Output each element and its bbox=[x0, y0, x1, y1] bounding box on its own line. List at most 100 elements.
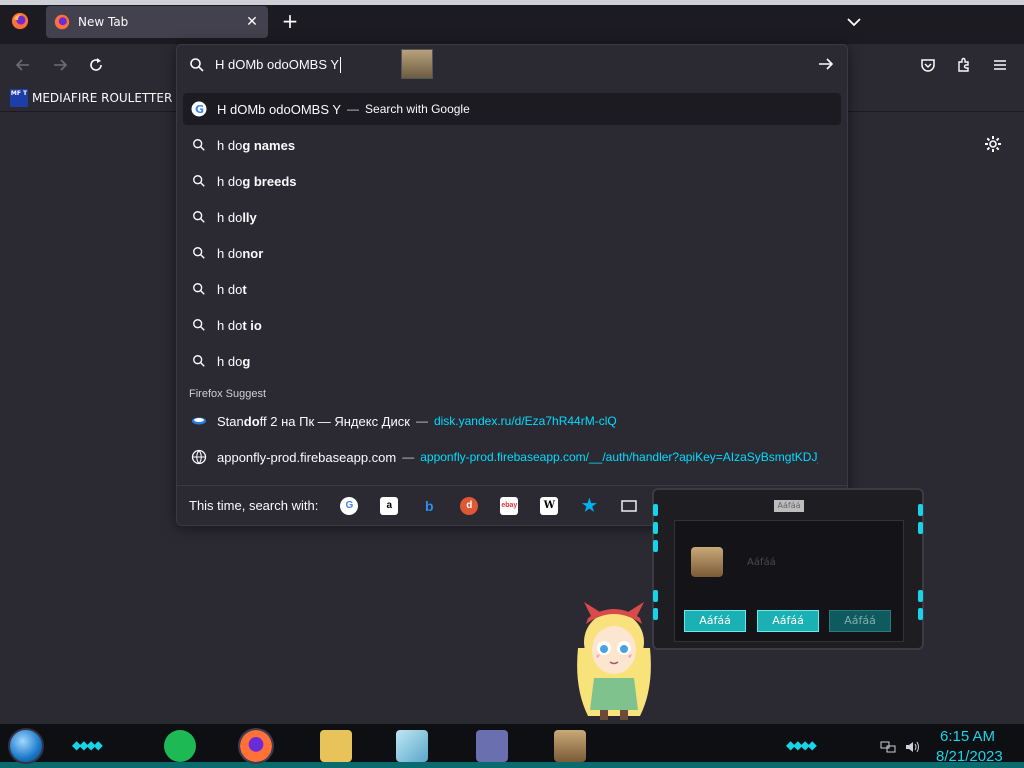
gear-icon[interactable] bbox=[983, 134, 1003, 154]
gadget-light bbox=[918, 504, 923, 516]
wikipedia-engine-icon[interactable]: W bbox=[540, 496, 559, 515]
search-icon bbox=[191, 317, 207, 333]
gadget-light bbox=[653, 608, 658, 620]
tab-strip: New Tab ✕ + bbox=[0, 0, 1024, 44]
amazon-engine-icon[interactable]: a bbox=[380, 496, 399, 515]
search-suggestion-row[interactable]: h dog bbox=[183, 345, 841, 377]
search-suggestion-row[interactable]: h dot bbox=[183, 273, 841, 305]
yandex-disk-icon bbox=[191, 413, 207, 429]
search-icon bbox=[191, 209, 207, 225]
dog-avatar bbox=[691, 547, 723, 577]
network-icon[interactable] bbox=[880, 740, 896, 754]
oneoff-label: This time, search with: bbox=[189, 498, 319, 513]
gadget-button-1[interactable]: Aáfáá bbox=[684, 610, 746, 632]
taskbar-decoration: ◆◆◆◆ bbox=[72, 738, 103, 752]
tabs-icon[interactable] bbox=[620, 497, 638, 515]
search-suggestion-row[interactable]: h dolly bbox=[183, 201, 841, 233]
suggestion-text: h dot io bbox=[217, 317, 262, 333]
extensions-button[interactable] bbox=[953, 54, 975, 76]
control-panel-icon[interactable] bbox=[476, 730, 508, 762]
search-suggestion-row[interactable]: h donor bbox=[183, 237, 841, 269]
talking-ben-icon[interactable] bbox=[554, 730, 586, 762]
history-row-apponfly[interactable]: apponfly-prod.firebaseapp.com — apponfly… bbox=[183, 441, 841, 473]
reload-button[interactable] bbox=[85, 54, 107, 76]
svg-text:G: G bbox=[195, 103, 204, 116]
pocket-icon bbox=[921, 59, 935, 72]
spotify-icon[interactable] bbox=[164, 730, 196, 762]
clock-date[interactable]: 8/21/2023 bbox=[936, 748, 1003, 765]
close-tab-icon[interactable]: ✕ bbox=[244, 14, 260, 30]
heuristic-text: H dOMb odoOMBS Y bbox=[217, 101, 342, 117]
heuristic-search-row[interactable]: G H dOMb odoOMBS Y — Search with Google bbox=[183, 93, 841, 125]
gadget-light bbox=[918, 608, 923, 620]
group-label-firefox-suggest: Firefox Suggest bbox=[189, 388, 267, 400]
suggestion-text: h dog names bbox=[217, 137, 296, 153]
bookmark-mediafire-rouletter[interactable]: MF T MEDIAFIRE ROULETTER bbox=[10, 89, 172, 107]
search-suggestion-row[interactable]: h dog breeds bbox=[183, 165, 841, 197]
gadget-light bbox=[653, 540, 658, 552]
file-explorer-icon[interactable] bbox=[320, 730, 352, 762]
separator-dash: — bbox=[347, 102, 360, 116]
google-engine-icon[interactable]: G bbox=[340, 496, 359, 515]
volume-icon[interactable] bbox=[904, 740, 920, 754]
forward-arrow-icon bbox=[54, 59, 68, 71]
gadget-light bbox=[653, 504, 658, 516]
suggestion-text: h dot bbox=[217, 281, 247, 297]
separator-dash: — bbox=[402, 450, 415, 464]
separator-dash: — bbox=[415, 414, 428, 428]
search-icon bbox=[190, 58, 204, 72]
gadget-button-3[interactable]: Aáfáá bbox=[829, 610, 891, 632]
go-arrow-icon[interactable] bbox=[817, 55, 835, 73]
urlbar-input-row[interactable]: H dOMb odoOMBS Y bbox=[177, 45, 847, 85]
urlbar-popup: H dOMb odoOMBS Y G H dOMb odoOMBS Y — Se… bbox=[176, 44, 848, 526]
suggestion-text: h dog bbox=[217, 353, 251, 369]
start-button[interactable] bbox=[8, 728, 44, 764]
hamburger-icon bbox=[994, 60, 1006, 70]
star-butterfly-sticker bbox=[577, 602, 651, 720]
urlbar-input[interactable]: H dOMb odoOMBS Y bbox=[215, 57, 342, 74]
app-menu-button[interactable] bbox=[989, 54, 1011, 76]
mediafire-favicon-icon: MF T bbox=[10, 89, 28, 107]
bookmarks-star-icon[interactable]: ★ bbox=[580, 496, 598, 515]
titlebar-stripe bbox=[0, 0, 1024, 5]
clock-time[interactable]: 6:15 AM bbox=[940, 728, 995, 745]
puzzle-icon bbox=[958, 57, 969, 72]
pocket-button[interactable] bbox=[917, 54, 939, 76]
search-icon bbox=[191, 245, 207, 261]
back-button[interactable] bbox=[12, 54, 34, 76]
search-icon bbox=[191, 281, 207, 297]
history-title: apponfly-prod.firebaseapp.com bbox=[217, 449, 397, 465]
gadget-name: Aáfáá bbox=[747, 557, 776, 568]
gadget-light bbox=[653, 522, 658, 534]
gadget-title: Aáfáá bbox=[774, 500, 804, 512]
heuristic-action: Search with Google bbox=[365, 102, 470, 116]
taskbar-decoration: ◆◆◆◆ bbox=[786, 738, 817, 752]
tab-title: New Tab bbox=[78, 15, 129, 29]
firefox-taskbar-icon[interactable] bbox=[238, 728, 274, 764]
history-url: apponfly-prod.firebaseapp.com/__/auth/ha… bbox=[420, 450, 819, 464]
gadget-button-2[interactable]: Aáfáá bbox=[757, 610, 819, 632]
chevron-down-icon[interactable] bbox=[845, 13, 863, 31]
new-tab-button[interactable]: + bbox=[280, 11, 300, 31]
bing-engine-icon[interactable]: b bbox=[420, 497, 438, 515]
search-suggestion-row[interactable]: h dot io bbox=[183, 309, 841, 341]
duckduckgo-engine-icon[interactable]: d bbox=[460, 496, 479, 515]
forward-button[interactable] bbox=[49, 54, 71, 76]
ebay-engine-icon[interactable]: ebay bbox=[500, 496, 519, 515]
history-row-yandex[interactable]: Standoff 2 на Пк — Яндекс Диск — disk.ya… bbox=[183, 405, 841, 437]
dog-thumbnail-image bbox=[401, 49, 433, 79]
history-title: Standoff 2 на Пк — Яндекс Диск bbox=[217, 413, 410, 429]
notepad-icon[interactable] bbox=[396, 730, 428, 762]
search-suggestion-row[interactable]: h dog names bbox=[183, 129, 841, 161]
bookmark-label: MEDIAFIRE ROULETTER bbox=[32, 91, 173, 105]
desktop-gadget: Aáfáá Aáfáá Aáfáá Aáfáá Aáfáá bbox=[652, 488, 924, 650]
suggestion-text: h donor bbox=[217, 245, 264, 261]
tab-new-tab[interactable]: New Tab ✕ bbox=[46, 6, 268, 38]
google-icon: G bbox=[191, 101, 207, 117]
firefox-tab-icon bbox=[54, 14, 70, 30]
suggestion-text: h dolly bbox=[217, 209, 257, 225]
gadget-light bbox=[653, 590, 658, 602]
firefox-menu-icon[interactable] bbox=[11, 12, 29, 30]
search-icon bbox=[191, 173, 207, 189]
suggestion-text: h dog breeds bbox=[217, 173, 297, 189]
